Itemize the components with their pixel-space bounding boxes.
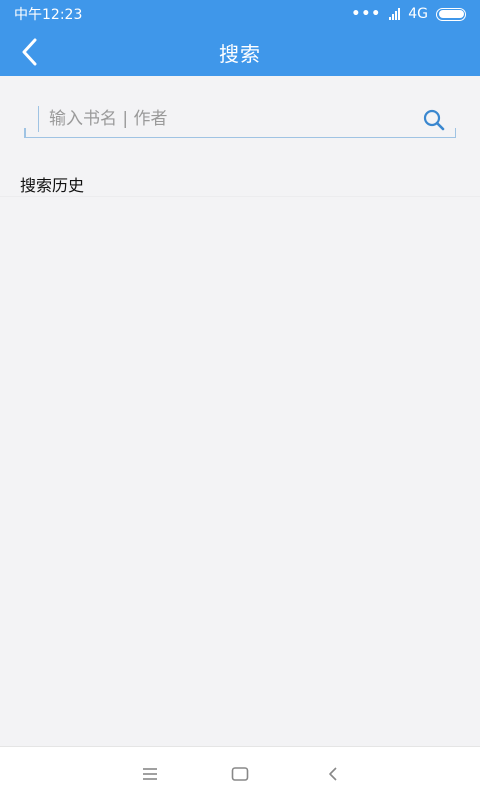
search-underline [24,136,456,138]
divider [0,196,480,197]
back-icon [329,767,337,781]
home-button[interactable] [230,764,250,784]
search-bar [24,102,456,138]
status-icons: ••• 4G [351,6,466,22]
battery-icon [436,7,466,21]
system-nav-bar [0,746,480,800]
back-button[interactable] [14,36,44,68]
search-icon[interactable] [422,108,446,132]
status-bar: 中午12:23 ••• 4G [0,0,480,28]
search-history-heading: 搜索历史 [20,176,85,195]
home-icon [231,767,249,781]
network-type: 4G [408,6,428,22]
system-back-button[interactable] [323,764,343,784]
chevron-left-icon [22,38,37,66]
signal-icon [389,8,401,20]
search-input[interactable] [38,106,408,132]
top-app-bar: 搜索 [0,28,480,76]
menu-button[interactable] [140,764,160,784]
status-time: 中午12:23 [14,7,83,23]
menu-icon [143,768,157,780]
more-dots-icon: ••• [351,6,382,22]
page-title: 搜索 [219,41,261,66]
